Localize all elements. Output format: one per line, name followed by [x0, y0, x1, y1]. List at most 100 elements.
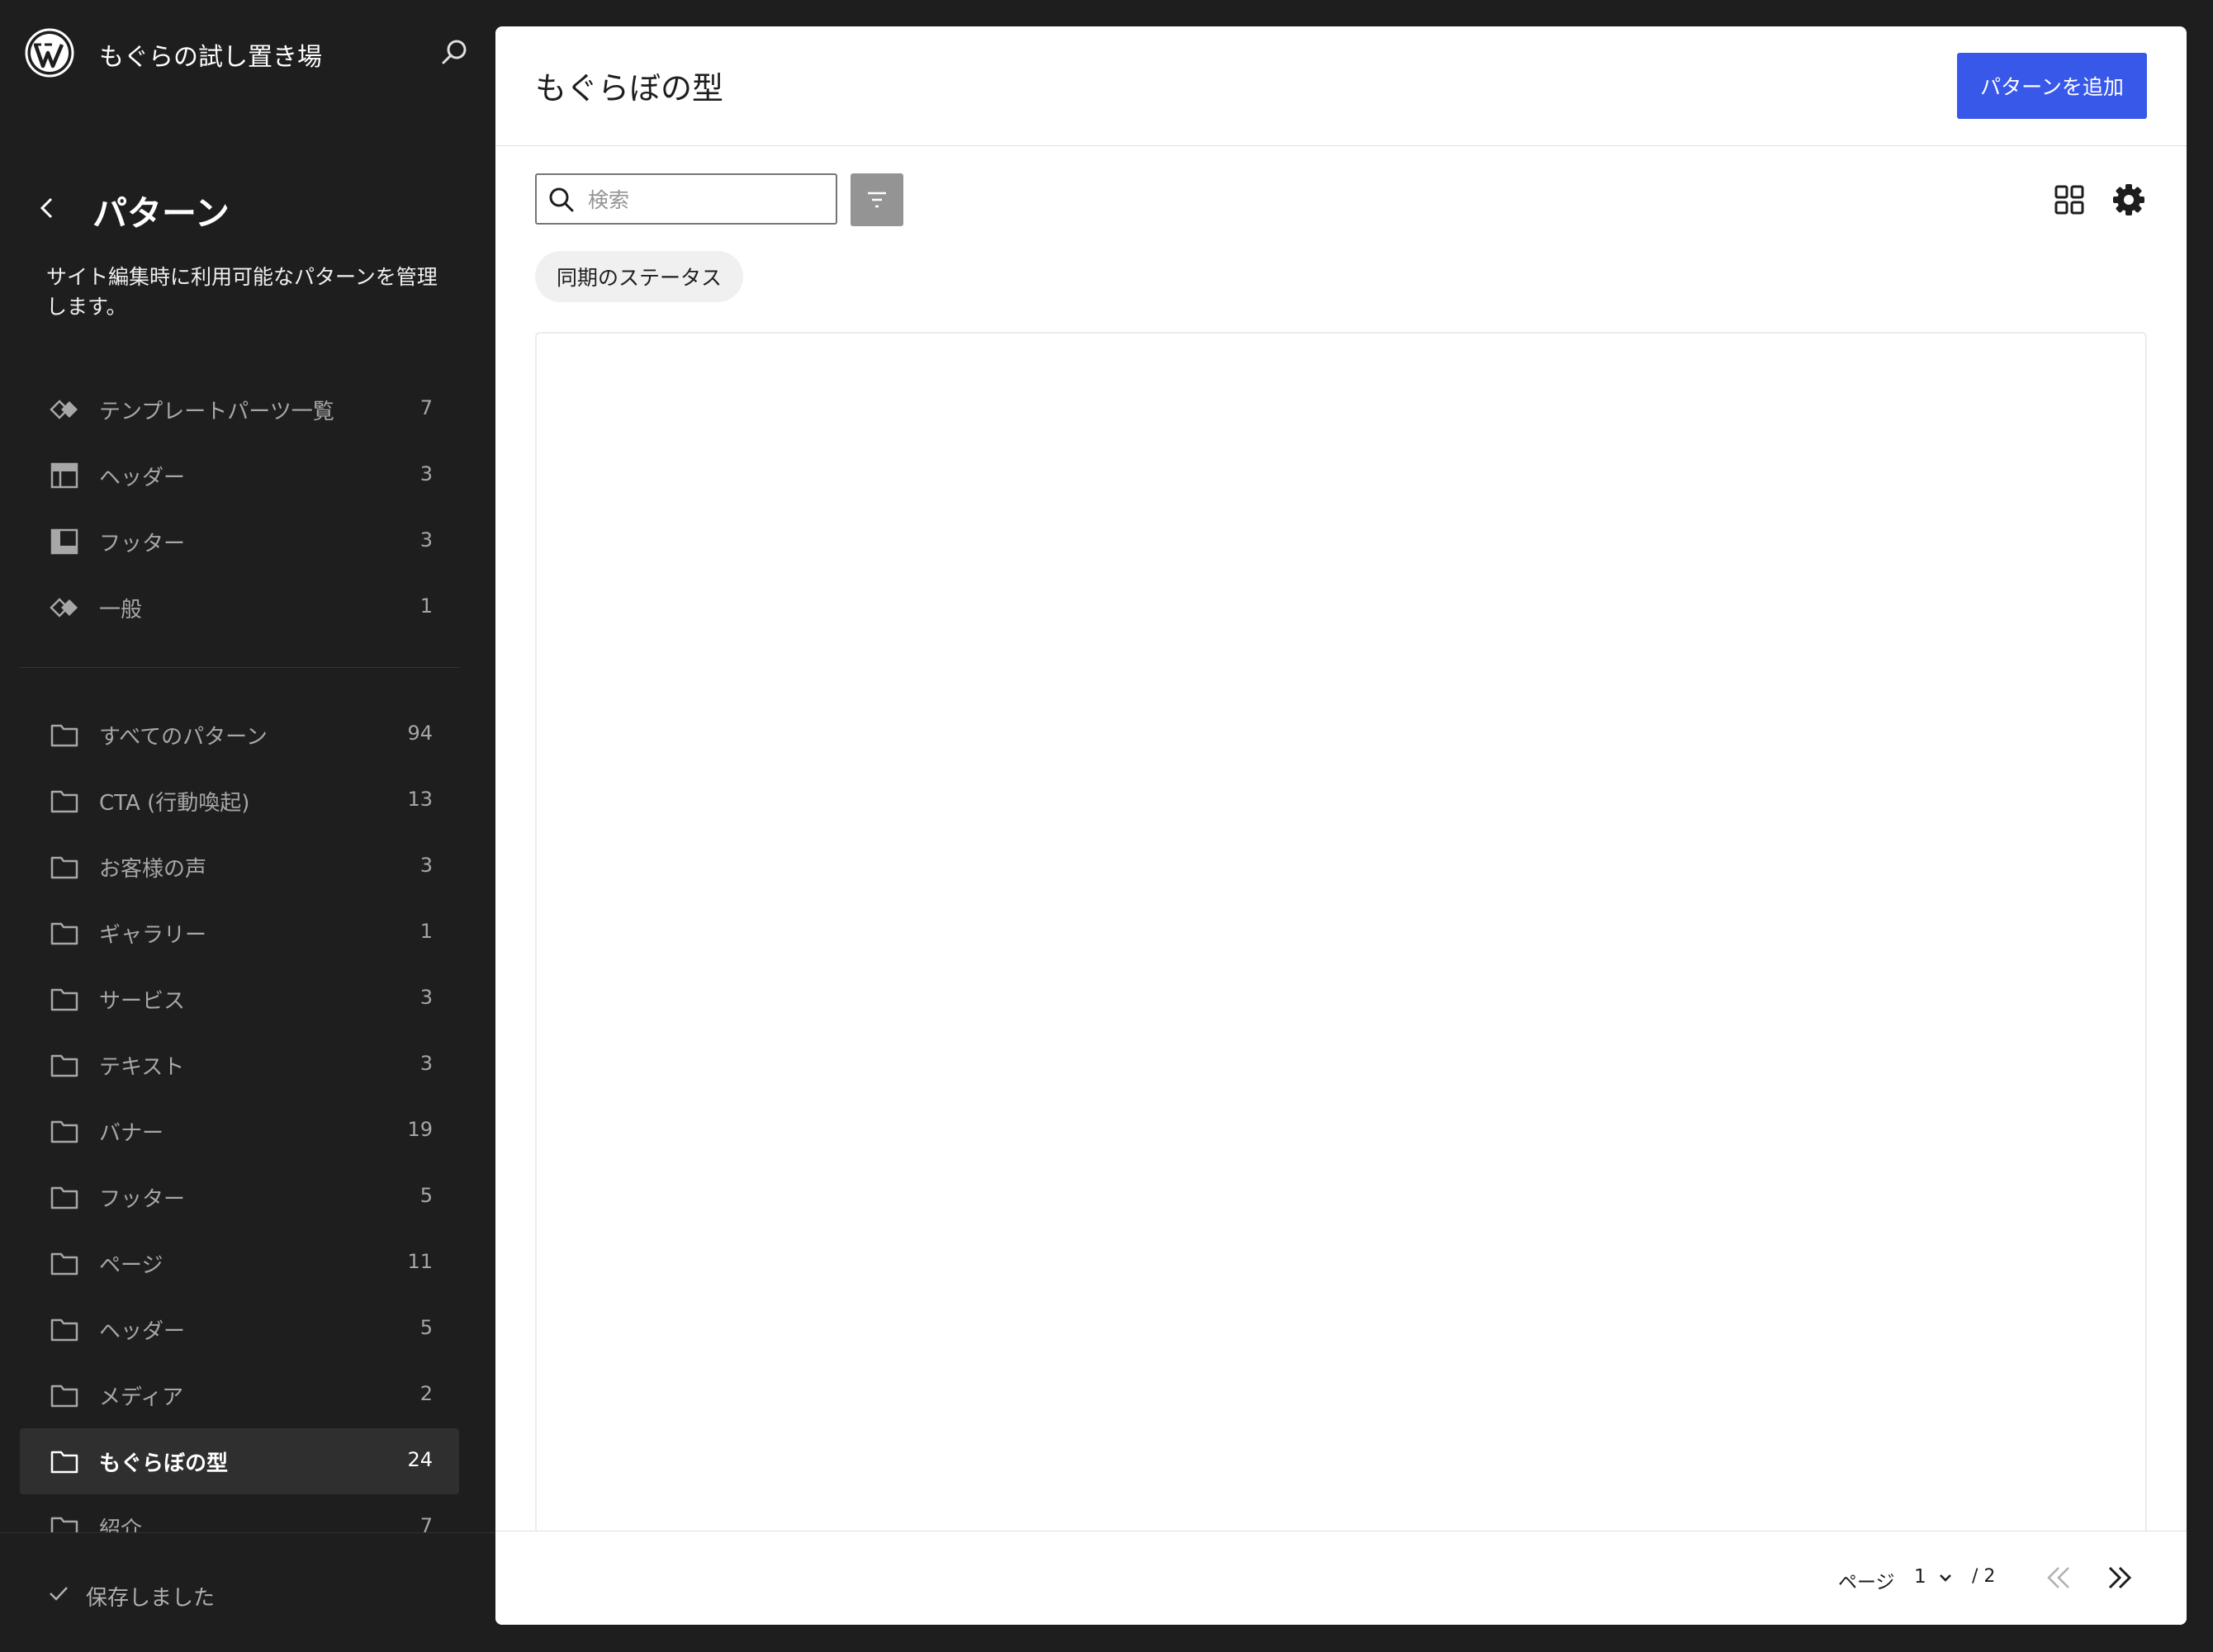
sidebar-item-label: フッター: [99, 1187, 186, 1212]
sidebar-item-count: 94: [407, 722, 433, 745]
sidebar-item-count: 5: [419, 1316, 433, 1339]
chevron-double-left-icon: [2047, 1567, 2069, 1588]
sidebar-item-category[interactable]: バナー 19: [20, 1098, 459, 1164]
filter-icon: [868, 192, 886, 208]
sidebar-item-label: CTA (行動喚起): [99, 791, 250, 816]
total-pages: / 2: [1972, 1566, 1996, 1587]
sidebar-item-category[interactable]: お客様の声 3: [20, 834, 459, 900]
section-description: サイト編集時に利用可能なパターンを管理します。: [46, 265, 438, 319]
sidebar-item-header-parts[interactable]: ヘッダー 3: [20, 443, 459, 509]
page-select[interactable]: 1: [1912, 1561, 1962, 1594]
search-icon: [549, 187, 574, 212]
category-scroll-area[interactable]: すべてのパターン 94 CTA (行動喚起) 13 お客様の声 3 ギャラリー …: [0, 702, 495, 1532]
sidebar-item-count: 7: [419, 396, 433, 419]
chevron-double-right-icon[interactable]: [2101, 1560, 2137, 1596]
sidebar-item-label: サービス: [99, 989, 186, 1014]
symbol-icon: [50, 598, 78, 618]
search-input[interactable]: [586, 182, 829, 218]
symbol-icon: [50, 400, 78, 419]
sidebar-item-count: 1: [419, 594, 433, 618]
folder-icon: [50, 1517, 78, 1532]
sidebar-item-category[interactable]: ギャラリー 1: [20, 900, 459, 966]
grid-view-icon[interactable]: [2051, 182, 2087, 218]
sidebar-item-label: もぐらぼの型: [99, 1451, 229, 1476]
sidebar-item-count: 3: [419, 854, 433, 877]
sidebar-item-general-parts[interactable]: 一般 1: [20, 575, 459, 641]
sidebar-item-template-parts[interactable]: テンプレートパーツ一覧 7: [20, 376, 459, 443]
sidebar-item-count: 13: [407, 788, 433, 811]
folder-icon: [50, 856, 78, 879]
folder-icon: [50, 1186, 78, 1209]
folder-icon: [50, 1318, 78, 1342]
add-pattern-button[interactable]: パターンを追加: [1957, 53, 2147, 119]
sidebar-item-category[interactable]: ヘッダー 5: [20, 1296, 459, 1362]
sidebar-item-count: 3: [419, 1052, 433, 1075]
sidebar-item-label: ヘッダー: [99, 466, 186, 490]
sidebar-item-label: バナー: [99, 1121, 164, 1146]
search-icon[interactable]: [438, 36, 471, 69]
chevron-left-icon[interactable]: [33, 194, 61, 222]
pattern-category-list: すべてのパターン 94 CTA (行動喚起) 13 お客様の声 3 ギャラリー …: [20, 702, 459, 1532]
sidebar-item-footer-parts[interactable]: フッター 3: [20, 509, 459, 575]
sidebar-item-count: 11: [407, 1250, 433, 1273]
sidebar-item-count: 19: [407, 1118, 433, 1141]
sidebar-item-count: 3: [419, 462, 433, 485]
site-title[interactable]: もぐらの試し置き場: [99, 36, 322, 73]
folder-icon: [50, 922, 78, 945]
main-header: もぐらぼの型 パターンを追加: [495, 26, 2187, 146]
sidebar-item-category[interactable]: フッター 5: [20, 1164, 459, 1230]
pagination-bar: ページ 1 / 2: [495, 1531, 2187, 1625]
sidebar-item-label: すべてのパターン: [99, 725, 268, 750]
wordpress-logo-icon[interactable]: [25, 28, 74, 78]
pattern-grid: [535, 332, 2147, 1570]
sidebar-item-label: フッター: [99, 532, 186, 556]
sidebar-item-category[interactable]: ページ 11: [20, 1230, 459, 1296]
header-icon: [50, 462, 78, 489]
sidebar-item-count: 2: [419, 1382, 433, 1405]
section-header: パターン: [33, 186, 462, 235]
search-box[interactable]: [535, 173, 837, 225]
sidebar-item-count: 1: [419, 920, 433, 943]
gear-icon[interactable]: [2111, 182, 2147, 218]
folder-icon: [50, 1252, 78, 1276]
save-status-bar: 保存しました: [0, 1532, 495, 1652]
sidebar-divider: [20, 667, 459, 668]
folder-icon: [50, 988, 78, 1011]
sidebar-item-count: 3: [419, 986, 433, 1009]
sidebar-item-label: 紹介: [99, 1517, 143, 1532]
sidebar-item-category[interactable]: 紹介 7: [20, 1494, 459, 1532]
folder-icon: [50, 1054, 78, 1077]
current-page: 1: [1914, 1566, 1926, 1588]
sidebar-item-category[interactable]: テキスト 3: [20, 1032, 459, 1098]
folder-icon: [50, 1385, 78, 1408]
folder-icon: [50, 1451, 78, 1474]
sidebar-item-category[interactable]: メディア 2: [20, 1362, 459, 1428]
check-icon: [50, 1587, 68, 1601]
sidebar-item-count: 24: [407, 1448, 433, 1471]
folder-icon: [50, 790, 78, 813]
sidebar-item-label: お客様の声: [99, 857, 207, 882]
sidebar-item-label: ページ: [99, 1253, 163, 1278]
sidebar-item-count: 7: [419, 1514, 433, 1532]
sidebar-item-category[interactable]: サービス 3: [20, 966, 459, 1032]
sidebar-item-category[interactable]: CTA (行動喚起) 13: [20, 768, 459, 834]
sidebar-item-label: 一般: [99, 598, 143, 622]
sidebar-item-label: テンプレートパーツ一覧: [99, 400, 334, 424]
folder-icon: [50, 724, 78, 747]
sidebar-item-count: 5: [419, 1184, 433, 1207]
section-title: パターン: [92, 193, 230, 234]
sidebar-item-category[interactable]: すべてのパターン 94: [20, 702, 459, 768]
sidebar-item-label: テキスト: [99, 1055, 185, 1080]
saved-status-text: 保存しました: [86, 1586, 216, 1611]
sidebar-item-label: ヘッダー: [99, 1319, 186, 1344]
template-parts-list: テンプレートパーツ一覧 7 ヘッダー 3 フッター 3 一般 1: [20, 376, 459, 641]
filter-button[interactable]: [851, 173, 903, 226]
main-panel: もぐらぼの型 パターンを追加 同期のステータス ページ: [495, 26, 2187, 1625]
page-title: もぐらぼの型: [535, 70, 724, 107]
sidebar-item-category-active[interactable]: もぐらぼの型 24: [20, 1428, 459, 1494]
site-header: もぐらの試し置き場: [25, 25, 471, 83]
sidebar: もぐらの試し置き場 パターン サイト編集時に利用可能なパターンを管理します。 テ…: [0, 0, 495, 1652]
sidebar-item-label: メディア: [99, 1385, 184, 1410]
sync-status-filter[interactable]: 同期のステータス: [535, 251, 744, 302]
pagination-label: ページ: [1838, 1572, 1895, 1593]
